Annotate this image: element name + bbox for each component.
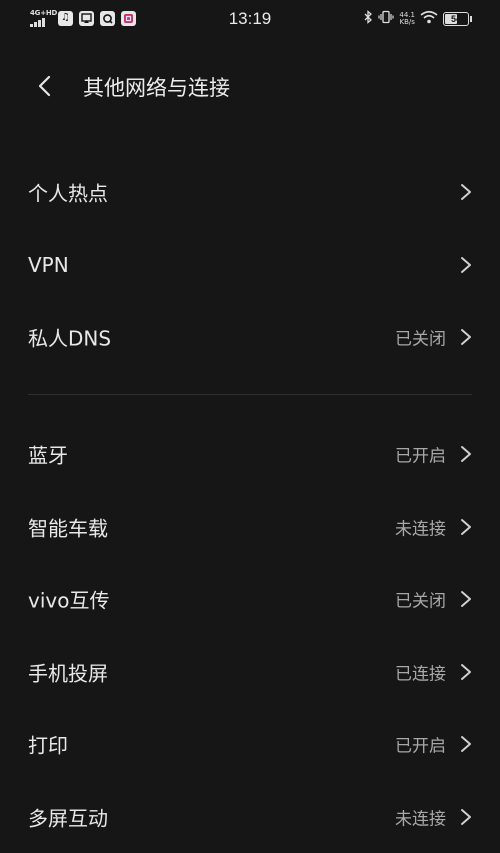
row-status: 已连接 <box>395 664 446 685</box>
status-right: 44.1 KB/s 54 <box>363 9 472 28</box>
network-speed-unit: KB/s <box>399 17 415 26</box>
row-label: 智能车载 <box>28 516 108 541</box>
row-print[interactable]: 打印 已开启 <box>0 708 500 781</box>
row-label: 手机投屏 <box>28 661 108 686</box>
row-label: VPN <box>28 252 69 277</box>
chevron-right-icon <box>461 591 471 608</box>
chevron-right-icon <box>461 736 471 753</box>
row-bluetooth[interactable]: 蓝牙 已开启 <box>0 418 500 491</box>
network-speed: 44.1 KB/s <box>399 11 415 26</box>
header: 其他网络与连接 <box>0 62 500 110</box>
row-status: 已开启 <box>395 446 446 467</box>
chevron-right-icon <box>461 446 471 463</box>
connection-group-2: 蓝牙 已开启 智能车载 未连接 vivo互传 已关闭 手机投屏 已连接 打印 已… <box>0 418 500 853</box>
status-bar: 4G+HD ♫ 13:19 44.1 KB/s 54 <box>0 0 500 40</box>
row-label: 打印 <box>28 733 68 758</box>
chevron-right-icon <box>461 184 471 201</box>
row-status: 未连接 <box>395 519 446 540</box>
row-label: vivo互传 <box>28 588 110 613</box>
row-label: 蓝牙 <box>28 443 68 468</box>
row-vpn[interactable]: VPN <box>0 229 500 302</box>
row-status: 已关闭 <box>395 591 446 612</box>
row-screen-cast[interactable]: 手机投屏 已连接 <box>0 636 500 709</box>
battery-icon: 54 <box>443 11 469 26</box>
chevron-right-icon <box>461 256 471 273</box>
row-status: 未连接 <box>395 809 446 830</box>
chevron-right-icon <box>461 518 471 535</box>
wifi-icon <box>420 9 438 28</box>
vibrate-icon <box>378 9 395 28</box>
row-status: 已开启 <box>395 736 446 757</box>
row-label: 个人热点 <box>28 181 108 206</box>
chevron-right-icon <box>461 329 471 346</box>
section-divider <box>28 394 472 395</box>
row-private-dns[interactable]: 私人DNS 已关闭 <box>0 301 500 374</box>
chevron-right-icon <box>461 808 471 825</box>
connection-group-1: 个人热点 VPN 私人DNS 已关闭 <box>0 156 500 374</box>
row-personal-hotspot[interactable]: 个人热点 <box>0 156 500 229</box>
row-label: 多屏互动 <box>28 806 108 831</box>
row-vivo-share[interactable]: vivo互传 已关闭 <box>0 563 500 636</box>
battery-cap <box>470 15 472 22</box>
row-label: 私人DNS <box>28 326 112 351</box>
bluetooth-icon <box>363 9 373 28</box>
back-button[interactable] <box>32 72 60 100</box>
row-multi-screen[interactable]: 多屏互动 未连接 <box>0 781 500 853</box>
row-smart-car[interactable]: 智能车载 未连接 <box>0 491 500 564</box>
chevron-left-icon <box>38 75 51 97</box>
battery-level: 54 <box>450 13 461 24</box>
page-title: 其他网络与连接 <box>83 76 230 100</box>
chevron-right-icon <box>461 663 471 680</box>
row-status: 已关闭 <box>395 329 446 350</box>
